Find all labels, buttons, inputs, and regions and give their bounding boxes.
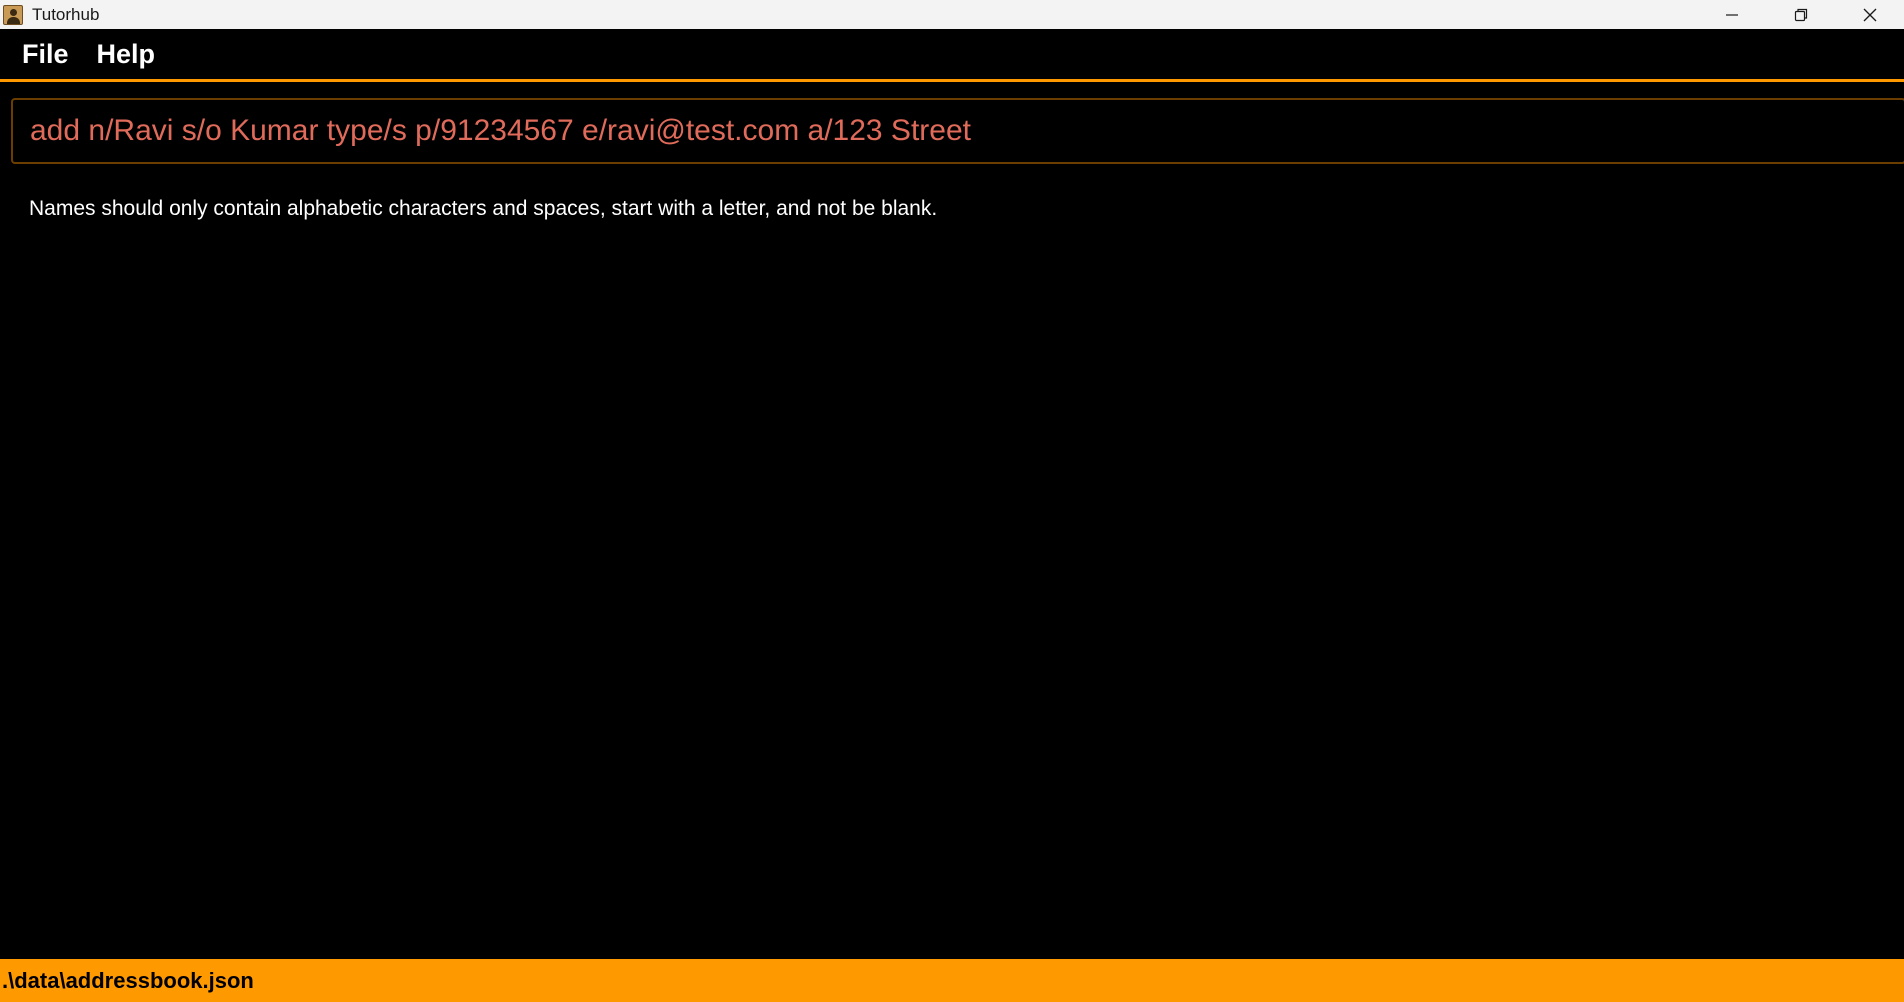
restore-icon bbox=[1794, 8, 1807, 21]
menu-help[interactable]: Help bbox=[85, 39, 168, 70]
restore-button[interactable] bbox=[1766, 0, 1835, 29]
status-bar: .\data\addressbook.json bbox=[0, 959, 1904, 1002]
result-display: Names should only contain alphabetic cha… bbox=[29, 197, 1879, 221]
result-message: Names should only contain alphabetic cha… bbox=[29, 197, 938, 220]
window-title: Tutorhub bbox=[32, 5, 100, 24]
app-icon bbox=[3, 4, 23, 25]
close-button[interactable] bbox=[1835, 0, 1904, 29]
minimize-icon bbox=[1725, 13, 1738, 16]
command-input[interactable] bbox=[13, 100, 1904, 162]
close-icon bbox=[1863, 8, 1876, 21]
app-window: Tutorhub File Help add n/Ravi s/o Kumar … bbox=[0, 0, 1904, 1002]
title-bar[interactable]: Tutorhub bbox=[0, 0, 1904, 29]
window-controls bbox=[1697, 0, 1904, 29]
menu-bar: File Help bbox=[0, 29, 1904, 82]
menu-file[interactable]: File bbox=[10, 39, 81, 70]
save-location: .\data\addressbook.json bbox=[2, 967, 254, 993]
minimize-button[interactable] bbox=[1697, 0, 1766, 29]
command-box bbox=[11, 98, 1904, 164]
